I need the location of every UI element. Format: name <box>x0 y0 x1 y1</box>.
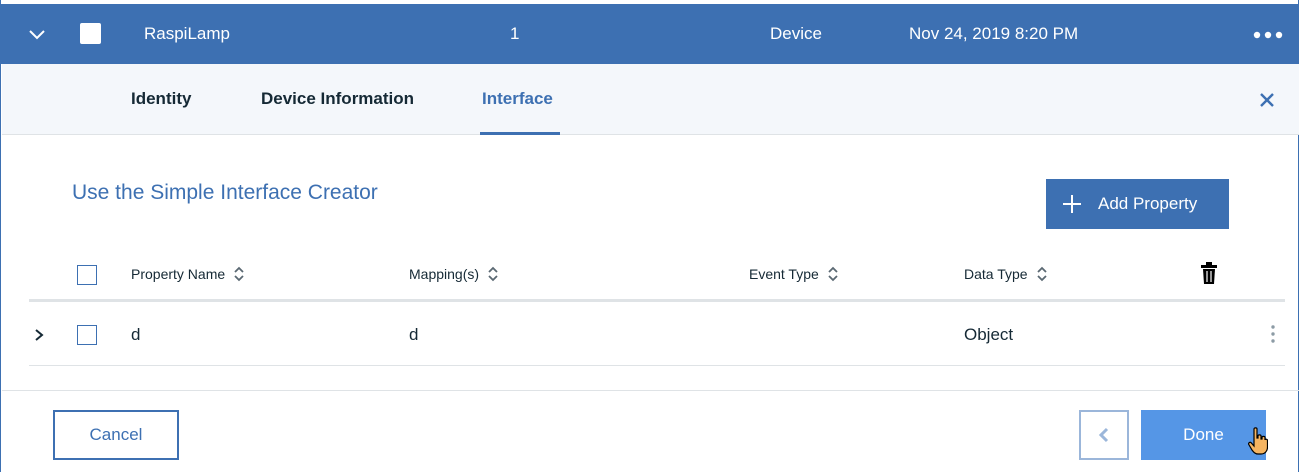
tab-identity[interactable]: Identity <box>131 88 191 110</box>
device-timestamp: Nov 24, 2019 8:20 PM <box>909 24 1079 43</box>
previous-button[interactable] <box>1079 410 1129 460</box>
tab-device-information[interactable]: Device Information <box>261 88 414 110</box>
row-overflow-menu-icon[interactable] <box>1269 324 1277 344</box>
active-tab-indicator <box>480 132 560 135</box>
table-header: Property Name Mapping(s) Event Type Data… <box>29 250 1285 302</box>
tab-interface[interactable]: Interface <box>482 88 553 110</box>
select-all-checkbox[interactable] <box>77 265 97 285</box>
row-checkbox[interactable] <box>77 325 97 345</box>
detail-tabs: Identity Device Information Interface <box>2 64 1299 135</box>
footer-divider <box>2 390 1299 391</box>
cell-mappings: d <box>409 325 419 344</box>
add-property-label: Add Property <box>1098 194 1198 213</box>
column-header-data-type[interactable]: Data Type <box>964 265 1048 283</box>
overflow-menu-icon[interactable] <box>1253 31 1283 39</box>
cell-data-type: Object <box>964 325 1014 344</box>
hand-cursor-icon <box>1248 427 1268 455</box>
column-label: Event Type <box>749 266 819 282</box>
device-detail-panel: RaspiLamp 1 Device Nov 24, 2019 8:20 PM … <box>0 0 1299 472</box>
column-header-mappings[interactable]: Mapping(s) <box>409 265 499 283</box>
sort-icon <box>1036 266 1047 282</box>
column-label: Mapping(s) <box>409 266 480 282</box>
plus-icon <box>1063 195 1081 213</box>
column-label: Property Name <box>131 266 226 282</box>
trash-icon[interactable] <box>1201 262 1217 284</box>
sort-icon <box>828 266 838 282</box>
cell-property-name: d <box>131 325 141 344</box>
sort-icon <box>488 266 498 282</box>
close-icon[interactable] <box>1258 91 1276 109</box>
device-row-header[interactable]: RaspiLamp 1 Device Nov 24, 2019 8:20 PM <box>1 4 1299 64</box>
chevron-down-icon[interactable] <box>27 24 47 44</box>
column-header-property-name[interactable]: Property Name <box>131 265 245 283</box>
chevron-left-icon <box>1098 427 1109 443</box>
add-property-button[interactable]: Add Property <box>1046 179 1229 229</box>
table-row[interactable]: d d Object <box>29 304 1285 366</box>
column-header-event-type[interactable]: Event Type <box>749 265 839 283</box>
chevron-right-icon[interactable] <box>33 328 45 342</box>
sort-icon <box>234 266 244 282</box>
cancel-button[interactable]: Cancel <box>53 410 179 460</box>
column-label: Data Type <box>964 266 1028 282</box>
device-count: 1 <box>510 24 520 43</box>
row-select-checkbox[interactable] <box>80 23 101 44</box>
section-title: Use the Simple Interface Creator <box>72 181 378 204</box>
device-type: Device <box>770 24 822 43</box>
device-name: RaspiLamp <box>144 24 230 43</box>
